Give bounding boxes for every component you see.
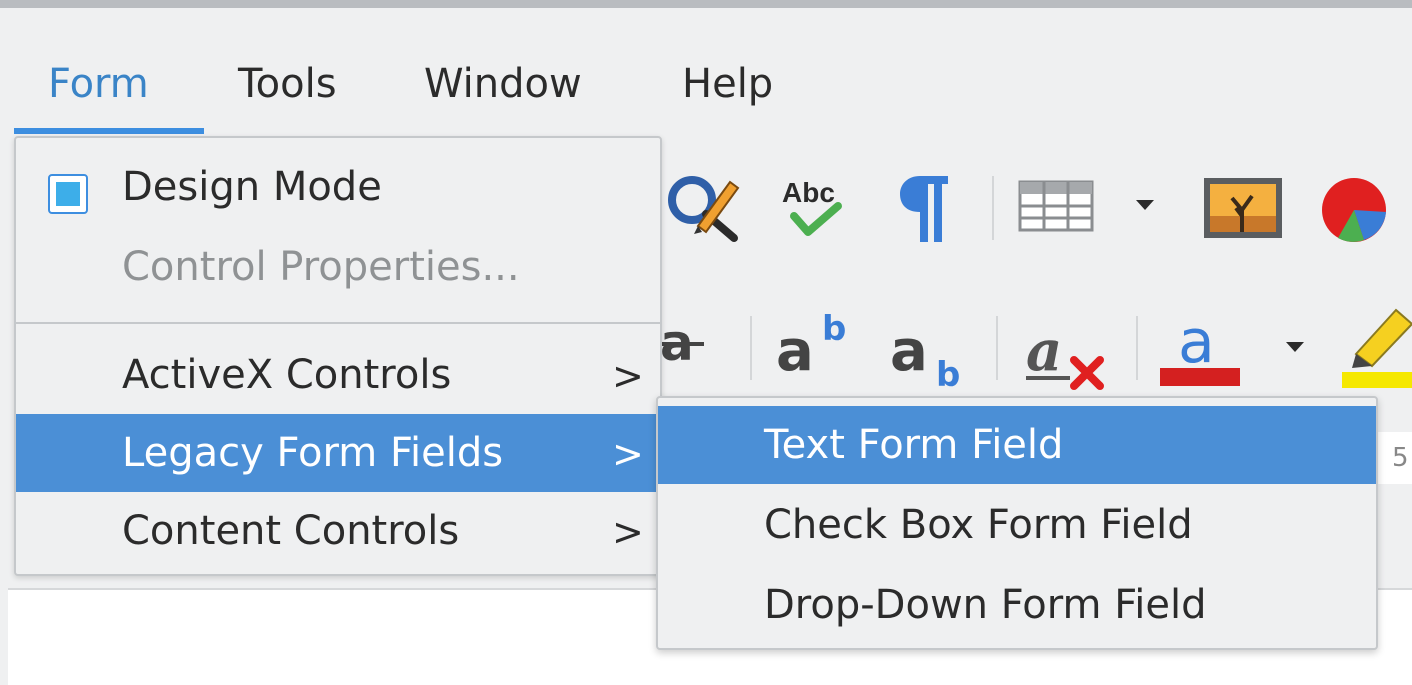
- menu-window[interactable]: Window: [424, 60, 582, 108]
- ruler-fragment: 5: [1376, 432, 1412, 484]
- menu-item-label: Legacy Form Fields: [122, 430, 504, 476]
- strikethrough-icon[interactable]: a: [660, 308, 704, 380]
- menu-help[interactable]: Help: [682, 60, 773, 108]
- superscript-icon[interactable]: a b: [776, 306, 860, 384]
- window-left-edge: [0, 8, 8, 685]
- menu-item-text-form-field[interactable]: Text Form Field: [658, 406, 1376, 484]
- subscript-icon[interactable]: a b: [890, 306, 974, 395]
- highlighting-icon[interactable]: [1342, 304, 1412, 390]
- chevron-right-icon: >: [612, 354, 644, 398]
- insert-table-icon[interactable]: [1018, 180, 1094, 232]
- menu-separator: [16, 322, 660, 324]
- chevron-right-icon: >: [612, 510, 644, 554]
- menu-item-label: Control Properties...: [122, 244, 520, 290]
- menu-item-activex-controls[interactable]: ActiveX Controls >: [16, 336, 660, 414]
- font-color-dropdown-icon[interactable]: [1284, 338, 1306, 354]
- menu-item-check-box-form-field[interactable]: Check Box Form Field: [658, 486, 1376, 564]
- active-menu-underline: [14, 128, 204, 134]
- menu-item-label: Check Box Form Field: [764, 502, 1193, 548]
- menu-item-drop-down-form-field[interactable]: Drop-Down Form Field: [658, 566, 1376, 644]
- menu-form[interactable]: Form: [48, 60, 149, 108]
- toolbar-separator: [992, 176, 994, 240]
- svg-text:a: a: [890, 319, 928, 384]
- svg-text:a: a: [776, 319, 814, 380]
- menu-item-label: ActiveX Controls: [122, 352, 452, 398]
- menu-item-label: Design Mode: [122, 164, 382, 210]
- menu-item-label: Content Controls: [122, 508, 460, 554]
- toolbar-separator: [1136, 316, 1138, 380]
- svg-text:b: b: [822, 309, 846, 349]
- menu-item-control-properties: Control Properties...: [16, 228, 660, 306]
- menu-item-legacy-form-fields[interactable]: Legacy Form Fields >: [16, 414, 660, 492]
- checkbox-icon: [48, 174, 88, 214]
- menu-item-label: Text Form Field: [764, 422, 1064, 468]
- svg-text:Abc: Abc: [782, 177, 835, 208]
- font-color-icon[interactable]: a: [1160, 300, 1242, 388]
- menu-item-label: Drop-Down Form Field: [764, 582, 1207, 628]
- menu-item-design-mode[interactable]: Design Mode: [16, 148, 660, 226]
- formatting-marks-icon[interactable]: [898, 172, 954, 244]
- svg-text:a: a: [1178, 307, 1215, 377]
- legacy-form-fields-submenu: Text Form Field Check Box Form Field Dro…: [656, 396, 1378, 650]
- chevron-right-icon: >: [612, 432, 644, 476]
- clear-formatting-icon[interactable]: a: [1026, 306, 1110, 390]
- svg-text:a: a: [1026, 318, 1062, 384]
- toolbar-separator: [750, 316, 752, 380]
- menu-item-content-controls[interactable]: Content Controls >: [16, 492, 660, 570]
- insert-image-icon[interactable]: [1202, 176, 1284, 240]
- insert-chart-icon[interactable]: [1318, 172, 1388, 244]
- svg-text:b: b: [936, 355, 960, 390]
- spellcheck-icon[interactable]: Abc: [780, 172, 854, 244]
- find-replace-icon[interactable]: [664, 168, 744, 244]
- form-menu: Design Mode Control Properties... Active…: [14, 136, 662, 576]
- table-dropdown-icon[interactable]: [1134, 196, 1156, 212]
- menu-tools[interactable]: Tools: [238, 60, 337, 108]
- window-top-border: [0, 0, 1412, 8]
- menubar: Form Tools Window Help: [14, 8, 1412, 136]
- toolbar-separator: [996, 316, 998, 380]
